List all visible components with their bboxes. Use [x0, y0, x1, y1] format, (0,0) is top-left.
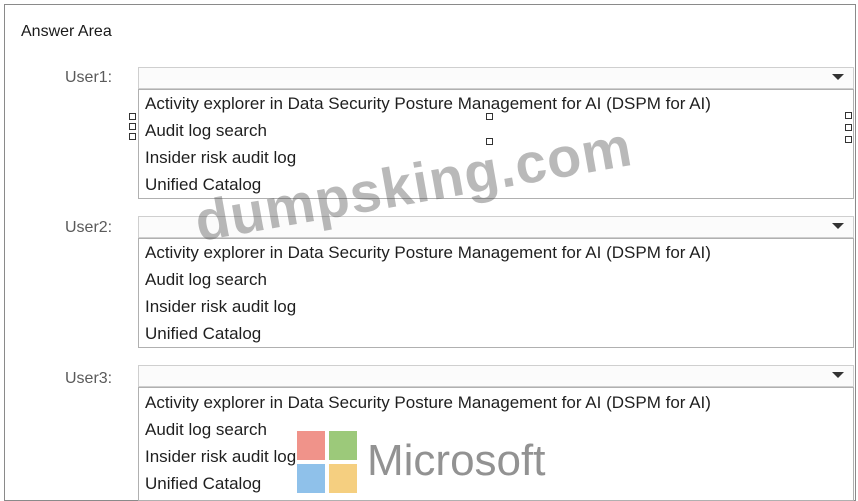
user1-option-audit-log-search[interactable]: Audit log search — [145, 121, 267, 141]
selection-handle[interactable] — [845, 136, 852, 143]
logo-square-blue — [297, 464, 325, 493]
logo-square-red — [297, 431, 325, 460]
user2-option-insider-risk-audit-log[interactable]: Insider risk audit log — [145, 297, 296, 317]
microsoft-logo-text: Microsoft — [367, 436, 546, 485]
microsoft-logo-icon — [297, 431, 357, 493]
answer-area-title: Answer Area — [21, 23, 112, 40]
selection-handle[interactable] — [129, 123, 136, 130]
logo-square-yellow — [329, 464, 357, 493]
user1-label: User1: — [65, 69, 113, 86]
user2-option-unified-catalog[interactable]: Unified Catalog — [145, 324, 261, 344]
selection-handle[interactable] — [129, 113, 136, 120]
selection-handle[interactable] — [845, 112, 852, 119]
selection-handle[interactable] — [129, 133, 136, 140]
user1-option-insider-risk-audit-log[interactable]: Insider risk audit log — [145, 148, 296, 168]
user3-option-activity-explorer[interactable]: Activity explorer in Data Security Postu… — [145, 393, 711, 413]
user3-option-insider-risk-audit-log[interactable]: Insider risk audit log — [145, 447, 296, 467]
chevron-down-icon[interactable] — [832, 372, 844, 378]
answer-area-frame: Answer Area User1: Activity explorer in … — [4, 4, 856, 501]
user2-options-list: Activity explorer in Data Security Postu… — [138, 238, 854, 348]
user3-option-unified-catalog[interactable]: Unified Catalog — [145, 474, 261, 494]
user2-label: User2: — [65, 219, 113, 236]
user2-option-audit-log-search[interactable]: Audit log search — [145, 270, 267, 290]
user3-label: User3: — [65, 370, 113, 387]
user1-dropdown[interactable] — [138, 67, 854, 89]
user3-dropdown[interactable] — [138, 365, 854, 387]
chevron-down-icon[interactable] — [832, 74, 844, 80]
user1-option-activity-explorer[interactable]: Activity explorer in Data Security Postu… — [145, 94, 711, 114]
selection-handle[interactable] — [845, 124, 852, 131]
logo-square-green — [329, 431, 357, 460]
selection-handle[interactable] — [486, 113, 493, 120]
chevron-down-icon[interactable] — [832, 223, 844, 229]
user3-option-audit-log-search[interactable]: Audit log search — [145, 420, 267, 440]
